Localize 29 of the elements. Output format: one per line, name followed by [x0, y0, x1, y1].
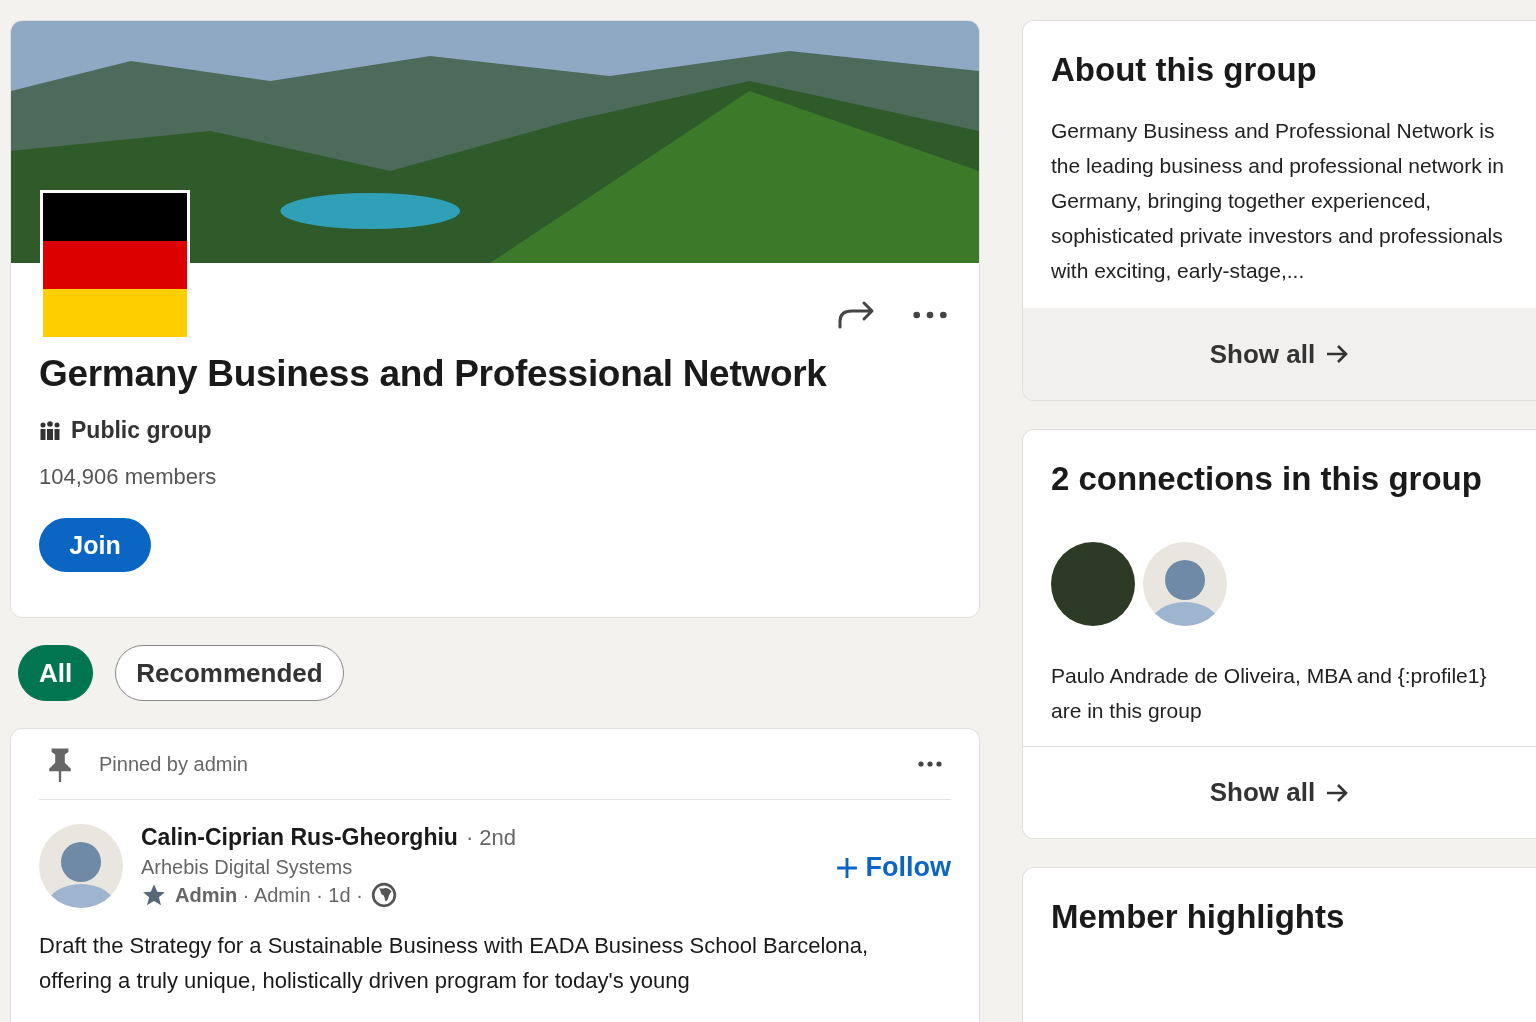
group-name: Germany Business and Professional Network [39, 353, 828, 395]
people-icon [39, 420, 61, 441]
filter-pill[interactable]: Recommended [115, 645, 344, 701]
author-name[interactable]: Calin-Ciprian Rus-Gheorghiu [141, 824, 458, 851]
card-title: About this group [1051, 51, 1318, 89]
card-title: 2 connections in this group [1051, 460, 1483, 498]
follow-button[interactable]: Follow [835, 852, 951, 883]
post-meta: Admin · Admin · 1d · [175, 883, 363, 907]
author-headline: Arhebis Digital Systems [141, 856, 354, 879]
member-count: 104,906 members [39, 464, 218, 490]
arrow-right-icon [1325, 782, 1350, 803]
card-title: Member highlights [1051, 898, 1346, 936]
show-all-button[interactable]: Show all [1023, 308, 1536, 400]
arrow-right-icon [1325, 344, 1350, 364]
connection-degree: · 2nd [465, 825, 517, 851]
pinned-label: Pinned by admin [99, 752, 249, 776]
plus-icon [835, 856, 858, 879]
show-all-button[interactable]: Show all [1023, 746, 1536, 838]
connections-text: Paulo Andrade de Oliveira, MBA and {:profile1} are in this group [1051, 663, 1488, 724]
avatar-photo[interactable] [1051, 542, 1135, 626]
globe-icon [370, 882, 397, 908]
more-icon[interactable] [917, 760, 943, 768]
join-button[interactable]: Join [39, 518, 151, 572]
filter-pill[interactable]: All [18, 645, 94, 701]
about-text: Germany Business and Professional Network is the leading business and professional network in Germany, bringing together experienced, sophisticated private investors and professionals with exciting, early-stage,... [1051, 118, 1505, 284]
star-icon [141, 882, 167, 908]
visibility-label: Public group [71, 417, 212, 444]
more-icon[interactable] [911, 309, 949, 321]
post-text: Draft the Strategy for a Sustainable Business with EADA Business School Barcelona, offering a truly unique, holistically driven program for today's young [39, 932, 870, 995]
